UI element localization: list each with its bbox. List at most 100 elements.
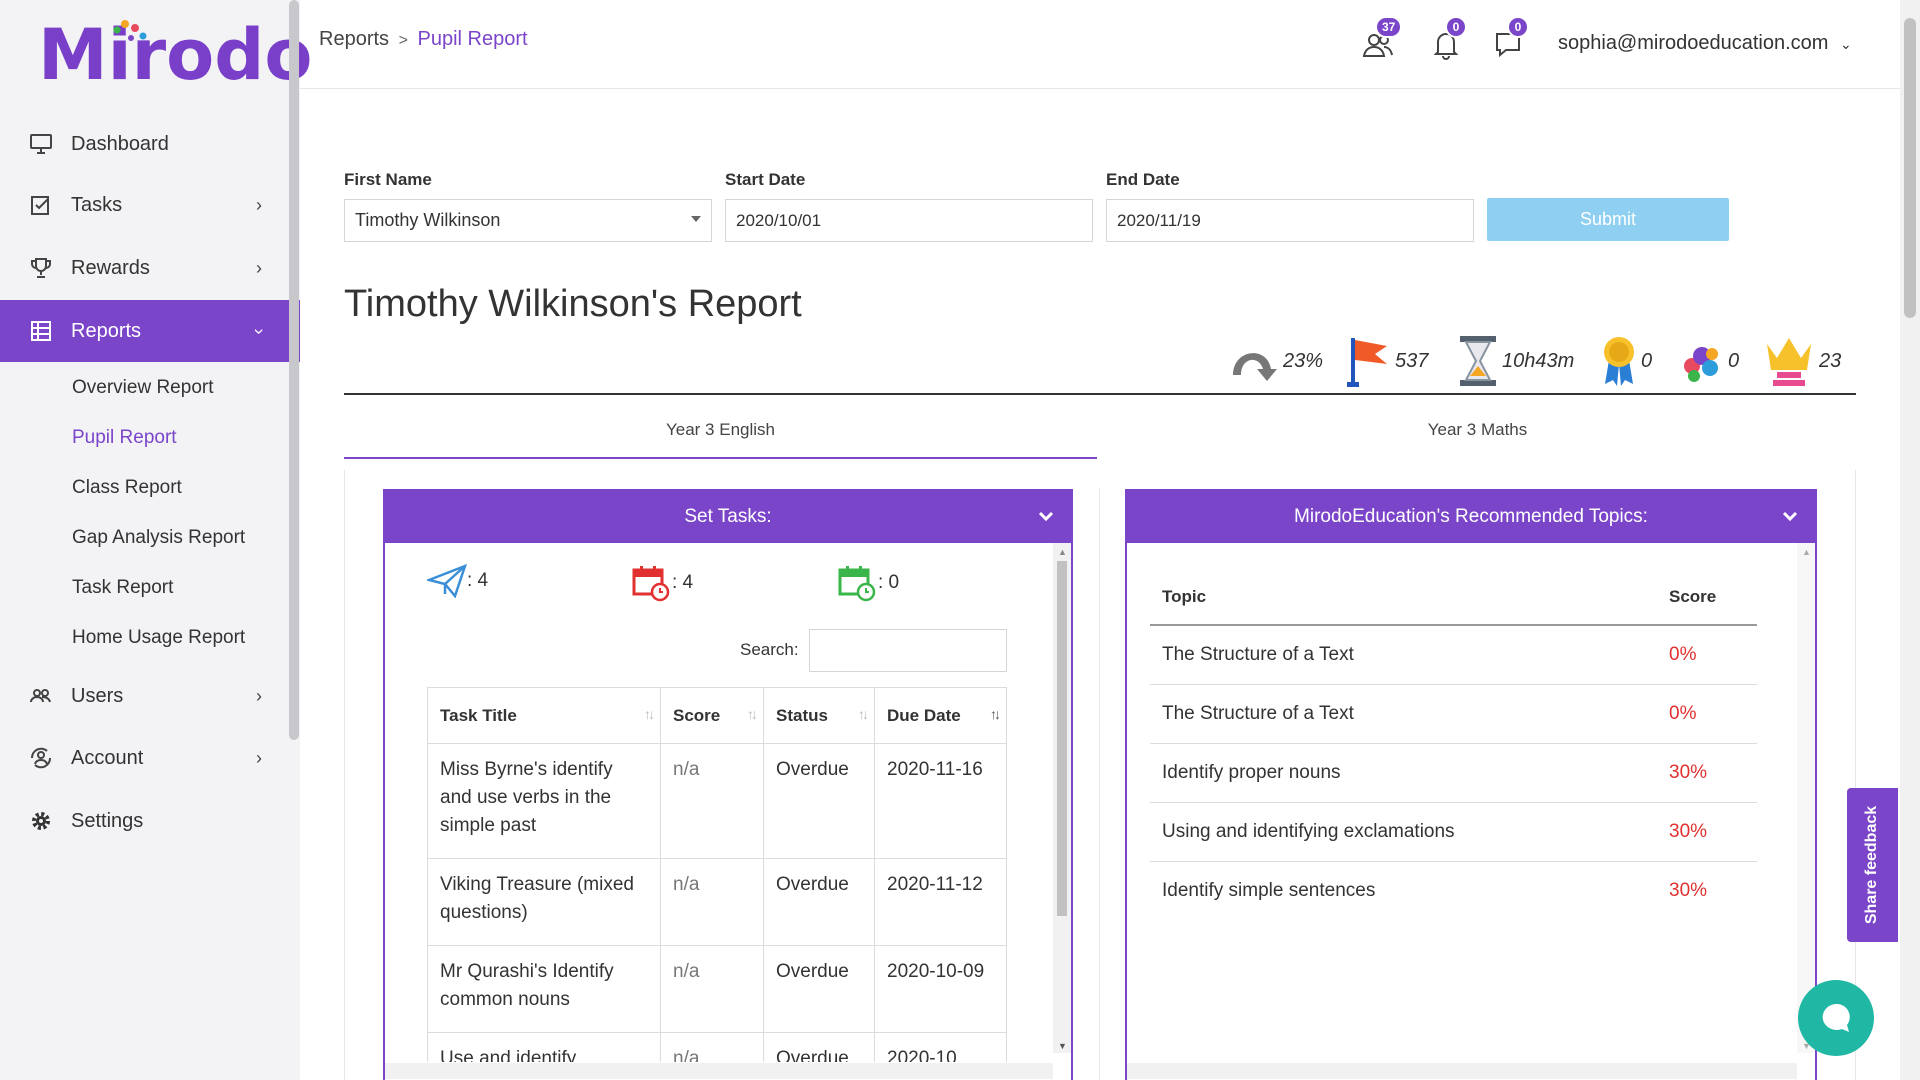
sidebar-item-dashboard[interactable]: Dashboard xyxy=(0,113,300,175)
mirodo-logo[interactable]: Mirodo xyxy=(38,14,312,96)
stat-time: 10h43m xyxy=(1458,333,1574,389)
score-cell: n/a xyxy=(660,858,764,946)
sidebar-item-users[interactable]: Users › xyxy=(0,665,300,727)
scrollbar-thumb[interactable] xyxy=(1904,18,1916,318)
submenu-class-report[interactable]: Class Report xyxy=(72,477,182,499)
calendar-clock-green-icon xyxy=(838,566,876,602)
tab-year-3-english[interactable]: Year 3 English xyxy=(344,420,1097,460)
sidebar-item-rewards[interactable]: Rewards › xyxy=(0,237,300,299)
due-date-cell: 2020-11-16 xyxy=(874,743,1007,859)
status-cell: Overdue xyxy=(763,743,875,859)
submenu-pupil-report[interactable]: Pupil Report xyxy=(72,427,177,449)
table-row[interactable]: Miss Byrne's identify and use verbs in t… xyxy=(427,743,1007,859)
due-date-cell: 2020-10 xyxy=(874,1032,1007,1062)
stat-progress: 23% xyxy=(1227,333,1323,389)
set-tasks-horizontal-scrollbar[interactable] xyxy=(385,1063,1053,1079)
sidebar-item-tasks[interactable]: Tasks › xyxy=(0,174,300,236)
end-date-label: End Date xyxy=(1106,170,1180,189)
search-input[interactable] xyxy=(809,629,1007,672)
task-title-cell[interactable]: Use and identify xyxy=(427,1032,661,1062)
share-feedback-button[interactable]: Share feedback xyxy=(1847,788,1898,942)
search-label: Search: xyxy=(740,640,799,659)
column-due-date[interactable]: Due Date ↑↓ xyxy=(874,687,1007,744)
table-row[interactable]: Identify proper nouns 30% xyxy=(1150,743,1757,803)
sort-icon: ↑↓ xyxy=(990,706,1001,722)
sidebar-item-account[interactable]: Account › xyxy=(0,727,300,789)
submenu-overview-report[interactable]: Overview Report xyxy=(72,377,214,399)
notifications-button[interactable]: 0 xyxy=(1428,16,1467,62)
task-title-cell[interactable]: Miss Byrne's identify and use verbs in t… xyxy=(427,743,661,859)
table-row[interactable]: Identify simple sentences 30% xyxy=(1150,861,1757,920)
user-email: sophia@mirodoeducation.com xyxy=(1558,32,1829,54)
crown-trophy-icon xyxy=(1767,338,1811,386)
topics-vertical-scrollbar[interactable]: ▲ ▼ xyxy=(1797,543,1815,1053)
submenu-gap-analysis-report[interactable]: Gap Analysis Report xyxy=(72,527,245,549)
status-cell: Overdue xyxy=(763,1032,875,1062)
submit-button[interactable]: Submit xyxy=(1487,198,1729,241)
scroll-down-icon[interactable]: ▼ xyxy=(1058,1041,1067,1051)
monitor-icon xyxy=(28,131,54,157)
end-date-value: 2020/11/19 xyxy=(1117,210,1201,230)
topics-horizontal-scrollbar[interactable] xyxy=(1127,1063,1797,1079)
user-menu[interactable]: sophia@mirodoeducation.com ⌄ xyxy=(1558,32,1852,55)
sidebar-item-label: Tasks xyxy=(71,193,123,216)
scroll-up-icon[interactable]: ▲ xyxy=(1058,547,1067,557)
sidebar: Mirodo Dashboard Tasks › Rewards › Repor… xyxy=(0,0,312,1080)
due-date-cell: 2020-10-09 xyxy=(874,945,1007,1033)
first-name-select[interactable]: Timothy Wilkinson xyxy=(344,199,712,242)
tasks-table-viewport: Task Title ↑↓ Score ↑↓ Status ↑↓ Due Date ↑↓… xyxy=(427,687,1007,1062)
sidebar-item-label: Users xyxy=(71,684,124,707)
set-tasks-vertical-scrollbar[interactable]: ▲ ▼ xyxy=(1053,543,1071,1053)
active-tab-indicator xyxy=(344,457,1097,459)
chevron-right-icon: › xyxy=(256,257,262,278)
sidebar-item-label: Account xyxy=(71,746,144,769)
task-title-cell[interactable]: Viking Treasure (mixed questions) xyxy=(427,858,661,946)
sort-icon: ↑↓ xyxy=(644,706,655,722)
recommended-topics-table: Topic Score The Structure of a Text 0% Th… xyxy=(1150,570,1757,920)
score-cell: n/a xyxy=(660,945,764,1033)
chevron-down-icon: › xyxy=(249,328,270,334)
sidebar-item-settings[interactable]: Settings xyxy=(0,790,300,852)
column-score[interactable]: Score ↑↓ xyxy=(660,687,764,744)
column-task-title[interactable]: Task Title ↑↓ xyxy=(427,687,661,744)
score-cell: 30% xyxy=(1657,743,1757,803)
column-status[interactable]: Status ↑↓ xyxy=(763,687,875,744)
page-scrollbar[interactable] xyxy=(1900,0,1920,1080)
task-title-cell[interactable]: Mr Qurashi's Identify common nouns xyxy=(427,945,661,1033)
submenu-task-report[interactable]: Task Report xyxy=(72,577,173,599)
start-date-input[interactable]: 2020/10/01 xyxy=(725,199,1093,242)
table-row[interactable]: Viking Treasure (mixed questions) n/a Ov… xyxy=(427,858,1007,946)
report-title: Timothy Wilkinson's Report xyxy=(344,283,802,325)
scrollbar-thumb[interactable] xyxy=(1057,561,1067,916)
breadcrumb-reports[interactable]: Reports xyxy=(319,28,389,50)
sidebar-item-reports[interactable]: Reports › xyxy=(0,300,300,362)
set-tasks-header[interactable]: Set Tasks: xyxy=(385,491,1071,543)
submenu-home-usage-report[interactable]: Home Usage Report xyxy=(72,627,245,649)
sidebar-item-label: Reports xyxy=(71,319,142,342)
table-row[interactable]: The Structure of a Text 0% xyxy=(1150,684,1757,744)
tab-year-3-maths[interactable]: Year 3 Maths xyxy=(1099,420,1856,460)
table-row[interactable]: Mr Qurashi's Identify common nouns n/a O… xyxy=(427,945,1007,1033)
users-online-button[interactable]: 37 xyxy=(1360,16,1403,62)
chevron-down-icon: ⌄ xyxy=(1840,36,1852,52)
topic-cell: Using and identifying exclamations xyxy=(1150,802,1657,862)
scroll-up-icon[interactable]: ▲ xyxy=(1802,547,1811,557)
recommended-topics-header[interactable]: MirodoEducation's Recommended Topics: xyxy=(1127,491,1815,543)
chevron-down-icon xyxy=(1782,511,1798,522)
clipboard-check-icon xyxy=(28,192,54,218)
status-cell: Overdue xyxy=(763,858,875,946)
topic-cell: The Structure of a Text xyxy=(1150,684,1657,744)
sidebar-scrollbar[interactable] xyxy=(289,0,299,740)
trophy-icon xyxy=(28,255,54,281)
end-date-input[interactable]: 2020/11/19 xyxy=(1106,199,1474,242)
users-count-badge: 37 xyxy=(1375,16,1403,38)
messages-button[interactable]: 0 xyxy=(1490,16,1529,62)
chat-widget-button[interactable] xyxy=(1798,980,1874,1056)
table-row[interactable]: Use and identify n/a Overdue 2020-10 xyxy=(427,1032,1007,1062)
chat-bubble-icon xyxy=(1822,1003,1850,1032)
topic-cell: Identify simple sentences xyxy=(1162,879,1376,901)
paper-plane-icon xyxy=(427,564,467,598)
table-row[interactable]: The Structure of a Text 0% xyxy=(1150,625,1757,685)
curved-arrow-icon xyxy=(1233,353,1277,381)
table-row[interactable]: Using and identifying exclamations 30% xyxy=(1150,802,1757,862)
